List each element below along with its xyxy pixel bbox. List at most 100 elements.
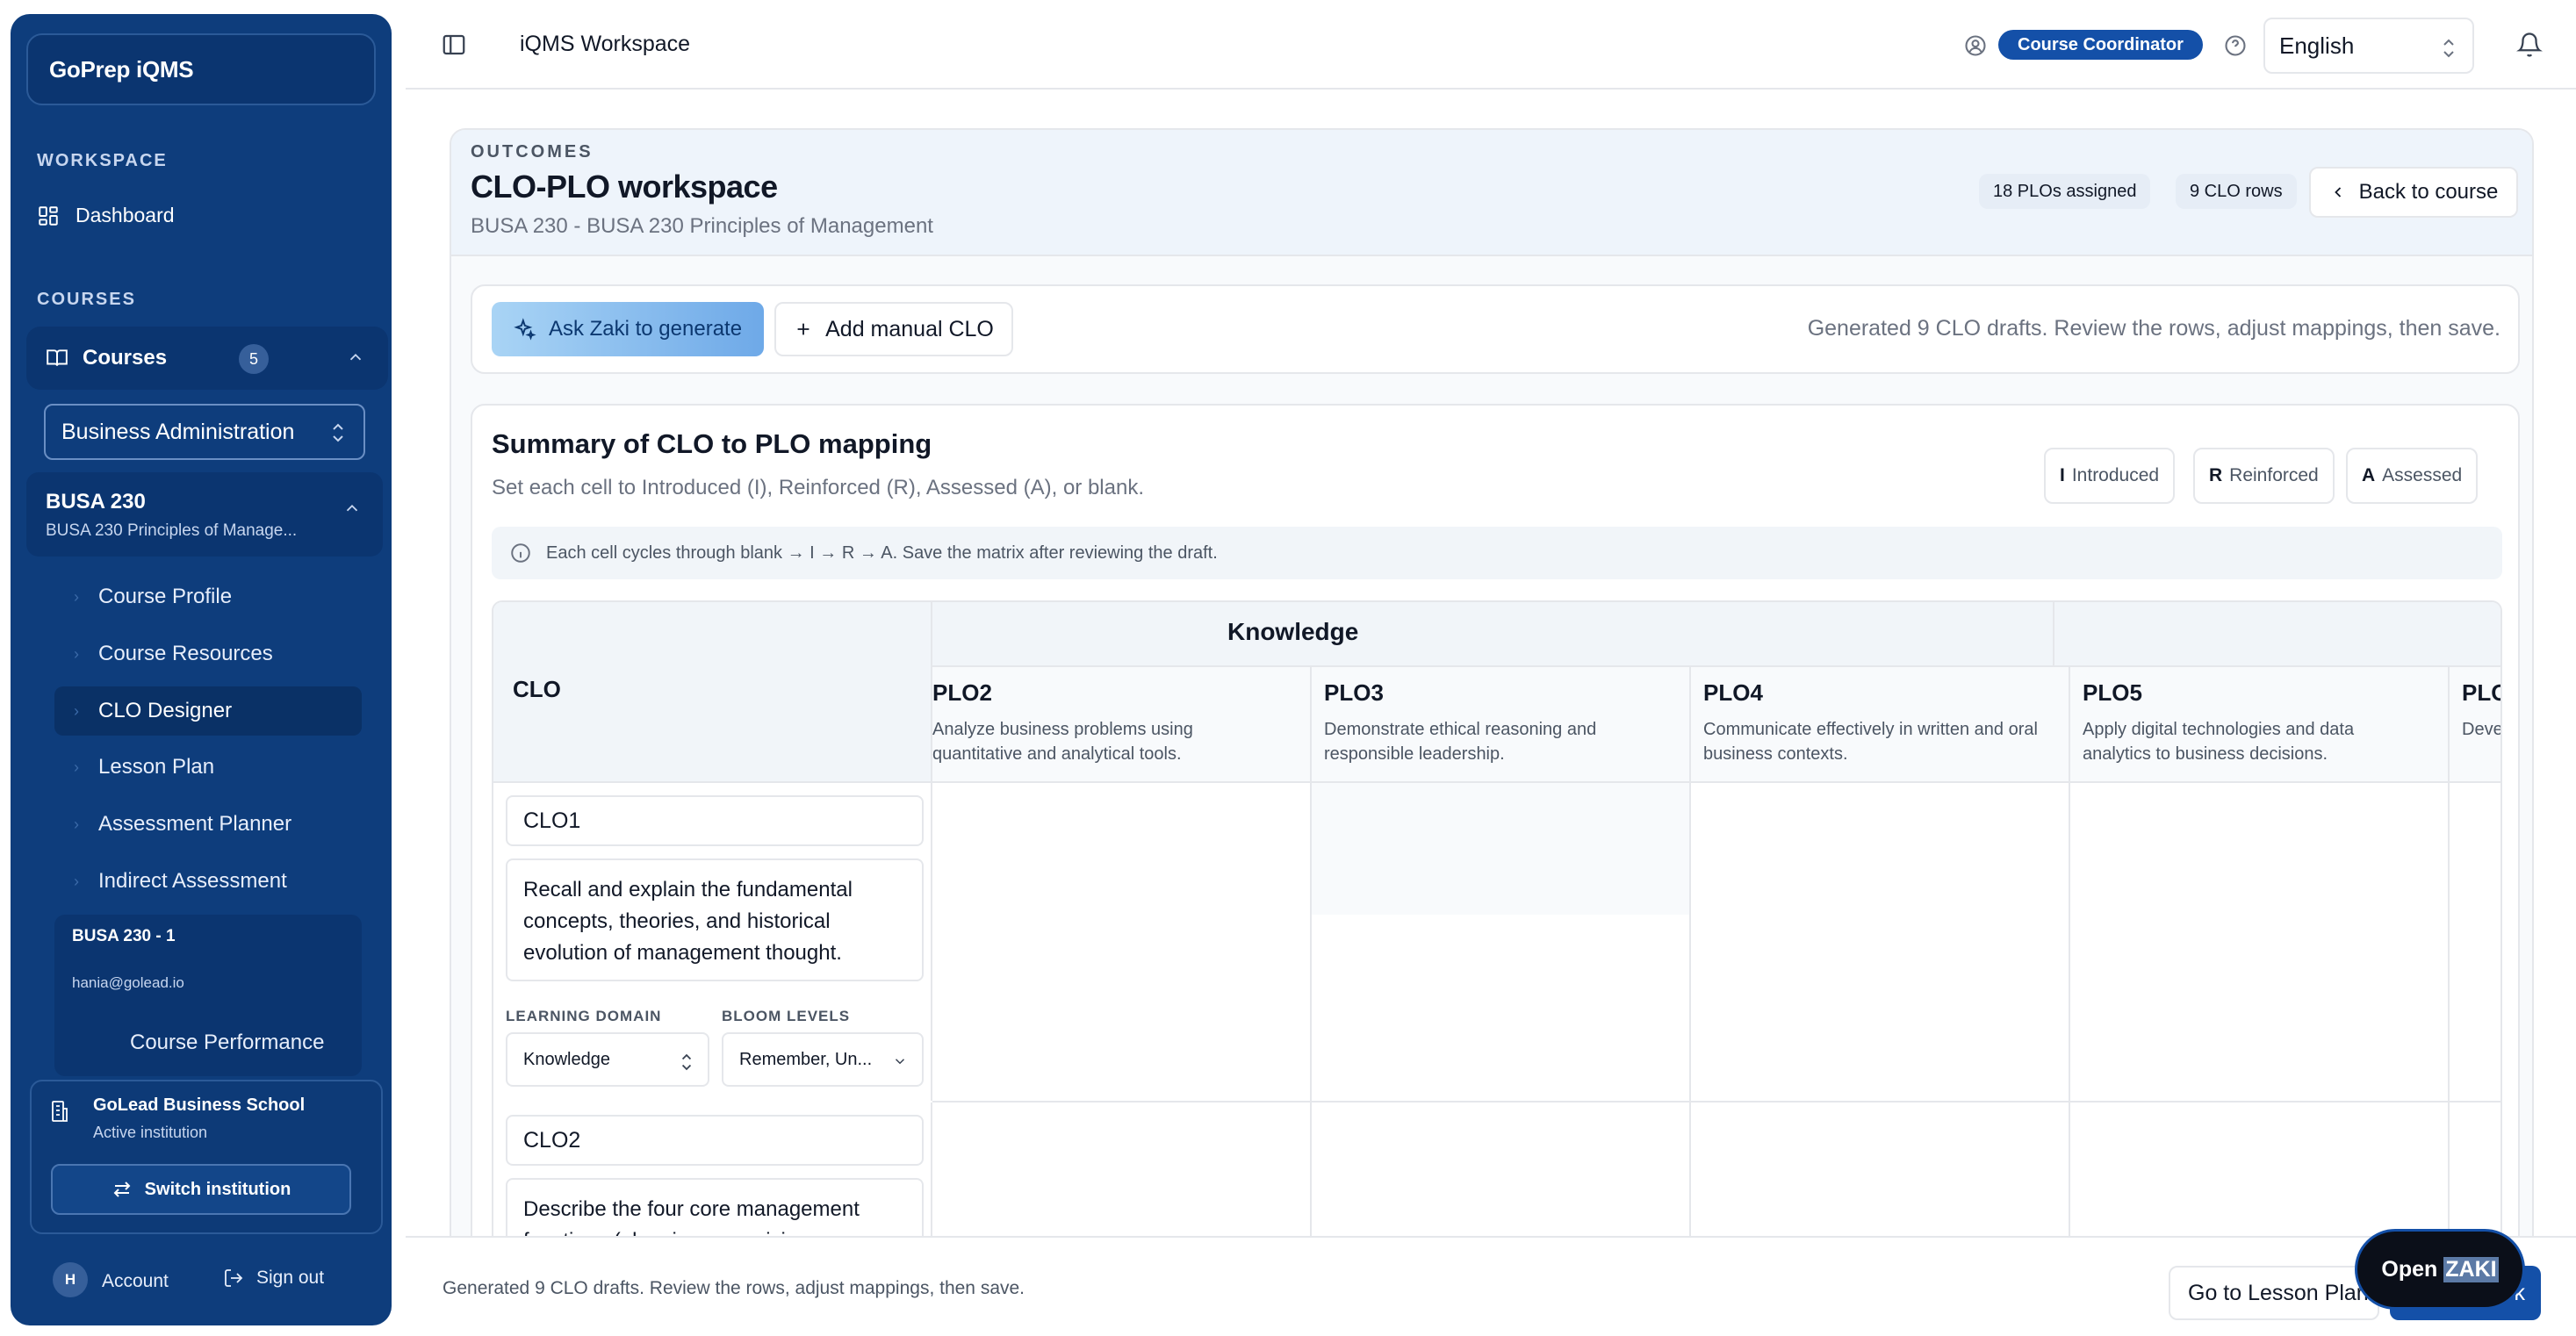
subnav-assessment-planner[interactable]: › Assessment Planner [54, 800, 362, 849]
sign-out-label: Sign out [256, 1268, 325, 1288]
account-link[interactable]: Account [102, 1271, 169, 1292]
learning-domain-value: Knowledge [523, 1049, 610, 1069]
legend-reinforced: R Reinforced [2193, 448, 2335, 504]
subnav-lesson-plan[interactable]: › Lesson Plan [54, 743, 362, 792]
chevron-down-icon [892, 1053, 908, 1074]
clo-code-input[interactable]: CLO1 [506, 795, 924, 846]
plus-icon [794, 320, 813, 339]
mapping-cell-hover[interactable] [1312, 783, 1689, 915]
actions-bar: Ask Zaki to generate Add manual CLO Gene… [471, 284, 2520, 374]
learning-domain-select[interactable]: Knowledge [506, 1032, 709, 1087]
bell-icon[interactable] [2516, 32, 2543, 62]
sign-out-button[interactable]: Sign out [223, 1268, 324, 1289]
plo-code: PLO6 [2462, 679, 2500, 706]
chevron-up-icon[interactable] [342, 499, 362, 522]
summary-title: Summary of CLO to PLO mapping [492, 428, 932, 459]
updown-icon [330, 421, 346, 450]
language-select[interactable]: English [2263, 18, 2474, 74]
sidebar-toggle-icon[interactable] [441, 32, 467, 62]
courses-section-label: COURSES [37, 290, 136, 309]
subnav-label: Lesson Plan [98, 755, 215, 779]
clo-plo-matrix: Knowledge CLO PLO2 Analyze business prob… [492, 600, 2502, 1334]
avatar[interactable]: H [53, 1262, 88, 1297]
courses-count-badge: 5 [239, 344, 269, 374]
section-title: BUSA 230 - 1 [72, 927, 176, 945]
book-icon [46, 347, 68, 370]
dashboard-icon [37, 205, 60, 227]
legend-label: Reinforced [2229, 465, 2319, 485]
role-badge[interactable]: Course Coordinator [1998, 30, 2203, 60]
institution-card: GoLead Business School Active institutio… [30, 1080, 383, 1234]
clo-row-clo1: CLO1 Recall and explain the fundamental … [493, 783, 932, 1101]
legend-key: I [2060, 465, 2065, 485]
sidebar: GoPrep iQMS WORKSPACE Dashboard COURSES … [11, 14, 392, 1325]
clo-column-header: CLO [493, 602, 932, 783]
subnav-clo-designer[interactable]: › CLO Designer [54, 686, 362, 736]
plo-header-plo6: PLO6 Develop business [2450, 667, 2500, 783]
learning-domain-label: LEARNING DOMAIN [506, 1008, 662, 1024]
legend-label: Introduced [2071, 465, 2160, 485]
switch-institution-button[interactable]: Switch institution [51, 1164, 351, 1215]
institution-status: Active institution [93, 1124, 208, 1141]
plo-code: PLO5 [2083, 679, 2142, 706]
info-icon [509, 542, 532, 564]
clo-header-label: CLO [513, 676, 561, 702]
subnav-course-resources[interactable]: › Course Resources [54, 629, 362, 679]
row-divider [932, 1101, 2500, 1103]
course-section-card[interactable]: BUSA 230 - 1 hania@golead.io Course Perf… [54, 915, 362, 1076]
back-to-course-button[interactable]: Back to course [2309, 167, 2518, 218]
ask-zaki-button[interactable]: Ask Zaki to generate [492, 302, 764, 356]
program-select[interactable]: Business Administration [44, 404, 365, 460]
open-zaki-button[interactable]: Open ZAKI [2355, 1229, 2525, 1310]
course-performance-link[interactable]: Course Performance [130, 1031, 324, 1055]
swap-icon [112, 1180, 133, 1199]
plos-assigned-badge: 18 PLOs assigned [1979, 174, 2151, 209]
sidebar-footer: H Account Sign out [11, 1250, 392, 1310]
subnav-course-profile[interactable]: › Course Profile [54, 572, 362, 621]
sidebar-item-courses[interactable]: Courses 5 [26, 327, 388, 390]
plo-header-plo3: PLO3 Demonstrate ethical reasoning and r… [1312, 667, 1691, 783]
plo-header-plo2: PLO2 Analyze business problems using qua… [932, 667, 1312, 783]
plo-description: Apply digital technologies and data anal… [2083, 720, 2355, 764]
bottom-action-bar: Generated 9 CLO drafts. Review the rows,… [406, 1236, 2576, 1336]
subnav-label: Indirect Assessment [98, 869, 287, 893]
page-header: OUTCOMES CLO-PLO workspace BUSA 230 - BU… [451, 130, 2532, 256]
ask-zaki-label: Ask Zaki to generate [548, 317, 743, 341]
generation-status: Generated 9 CLO drafts. Review the rows,… [1807, 316, 2500, 341]
chevron-up-icon[interactable] [346, 348, 365, 373]
group-divider [2053, 602, 2054, 667]
plo-code: PLO2 [932, 679, 992, 706]
add-manual-clo-button[interactable]: Add manual CLO [774, 302, 1013, 356]
page-subtitle: BUSA 230 - BUSA 230 Principles of Manage… [471, 214, 933, 238]
brand-logo[interactable]: GoPrep iQMS [26, 33, 376, 105]
subnav-indirect-assessment[interactable]: › Indirect Assessment [54, 857, 362, 906]
building-icon [49, 1099, 70, 1128]
go-to-lesson-plan-button[interactable]: Go to Lesson Plan [2169, 1266, 2379, 1320]
back-label: Back to course [2358, 180, 2499, 204]
clo-code-input[interactable]: CLO2 [506, 1115, 924, 1166]
sidebar-item-dashboard[interactable]: Dashboard [37, 204, 175, 227]
sidebar-item-label: Dashboard [76, 204, 175, 226]
help-icon[interactable] [2223, 33, 2248, 62]
chevron-right-icon: › [74, 587, 79, 606]
course-name: BUSA 230 Principles of Manage... [46, 521, 298, 540]
legend-label: Assessed [2382, 465, 2463, 485]
top-bar: iQMS Workspace Course Coordinator Englis… [406, 0, 2576, 90]
page-eyebrow: OUTCOMES [471, 142, 594, 162]
program-select-value: Business Administration [61, 419, 295, 444]
clo-rows-badge: 9 CLO rows [2176, 174, 2297, 209]
chevron-right-icon: › [74, 815, 79, 833]
chevron-right-icon: › [74, 758, 79, 776]
sidebar-item-label: Courses [83, 346, 168, 370]
legend-introduced: I Introduced [2044, 448, 2176, 504]
summary-subtitle: Set each cell to Introduced (I), Reinfor… [492, 476, 1144, 499]
active-course-card[interactable]: BUSA 230 BUSA 230 Principles of Manage..… [26, 472, 383, 557]
bloom-levels-select[interactable]: Remember, Un... [722, 1032, 924, 1087]
add-manual-clo-label: Add manual CLO [825, 316, 994, 341]
bloom-levels-value: Remember, Un... [739, 1049, 873, 1069]
clo-description-textarea[interactable]: Recall and explain the fundamental conce… [506, 858, 924, 981]
subnav-label: Course Resources [98, 642, 273, 665]
updown-icon [2441, 37, 2457, 66]
chevron-right-icon: › [74, 644, 79, 663]
plo-code: PLO3 [1324, 679, 1384, 706]
